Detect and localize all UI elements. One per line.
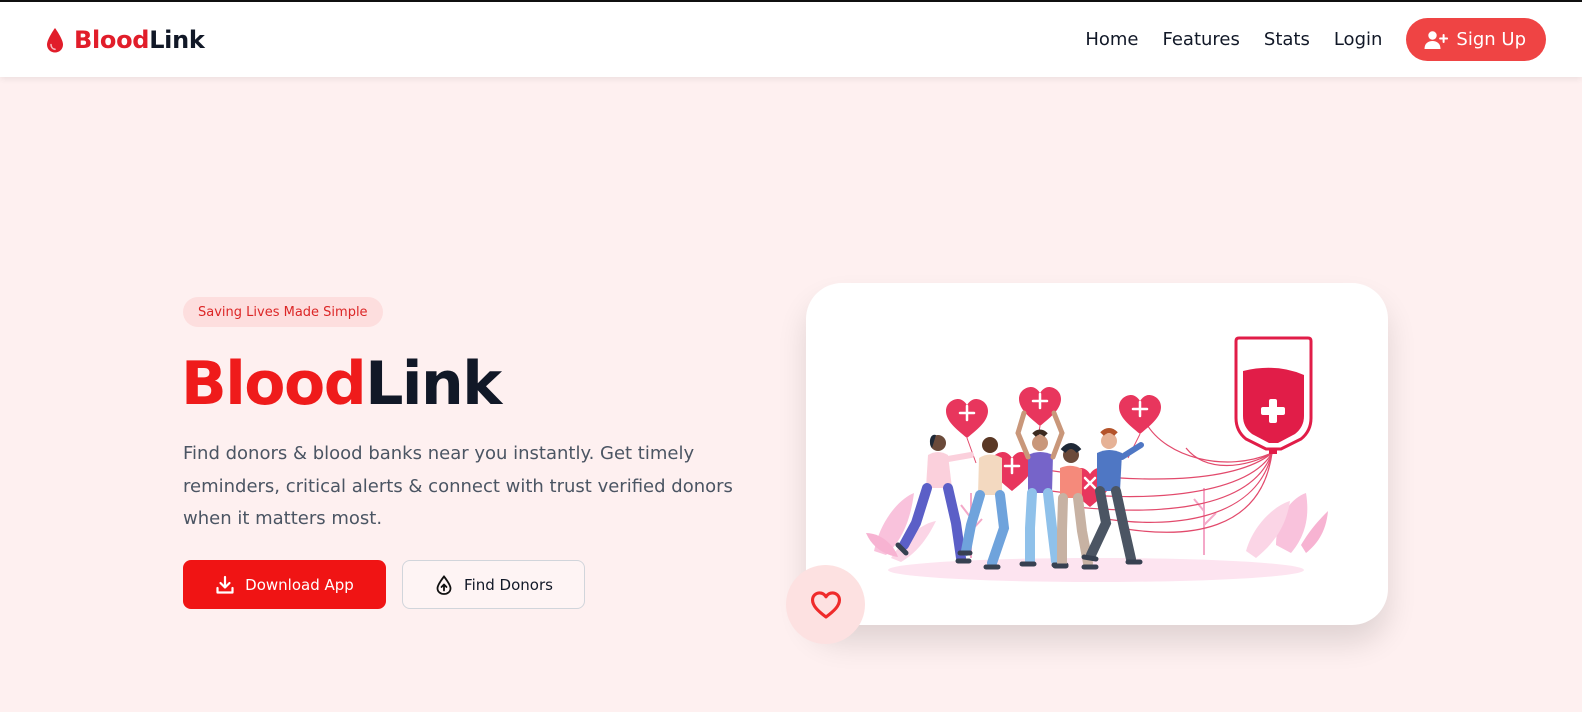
nav-link-stats[interactable]: Stats [1264, 29, 1310, 50]
heart-icon [810, 590, 841, 619]
download-app-label: Download App [245, 575, 354, 594]
hero-illustration-card [806, 283, 1388, 625]
find-donors-label: Find Donors [464, 575, 553, 594]
tagline-badge: Saving Lives Made Simple [183, 297, 383, 327]
sign-up-label: Sign Up [1456, 29, 1526, 50]
brand-name-part2: Link [149, 25, 205, 54]
hero-title-part2: Link [365, 349, 502, 419]
nav-link-features[interactable]: Features [1162, 29, 1239, 50]
hero-title-part1: Blood [181, 349, 367, 419]
hero-description: Find donors & blood banks near you insta… [183, 443, 733, 529]
download-app-button[interactable]: Download App [183, 560, 386, 609]
blood-drop-icon [47, 27, 63, 52]
nav-links: Home Features Stats Login Sign Up [1061, 18, 1546, 61]
donors-illustration [866, 336, 1328, 582]
download-icon [216, 575, 234, 594]
donor-drop-icon [436, 574, 452, 595]
nav-link-home[interactable]: Home [1085, 29, 1138, 50]
user-plus-icon [1424, 30, 1449, 49]
brand-name-part1: Blood [74, 25, 150, 54]
navbar: BloodLink Home Features Stats Login Sign… [0, 2, 1582, 77]
floating-heart-badge [786, 565, 865, 644]
find-donors-button[interactable]: Find Donors [402, 560, 585, 609]
hero-title: BloodLink [181, 344, 502, 424]
sign-up-button[interactable]: Sign Up [1406, 18, 1546, 61]
brand-logo[interactable]: BloodLink [44, 26, 205, 54]
nav-link-login[interactable]: Login [1334, 29, 1383, 50]
